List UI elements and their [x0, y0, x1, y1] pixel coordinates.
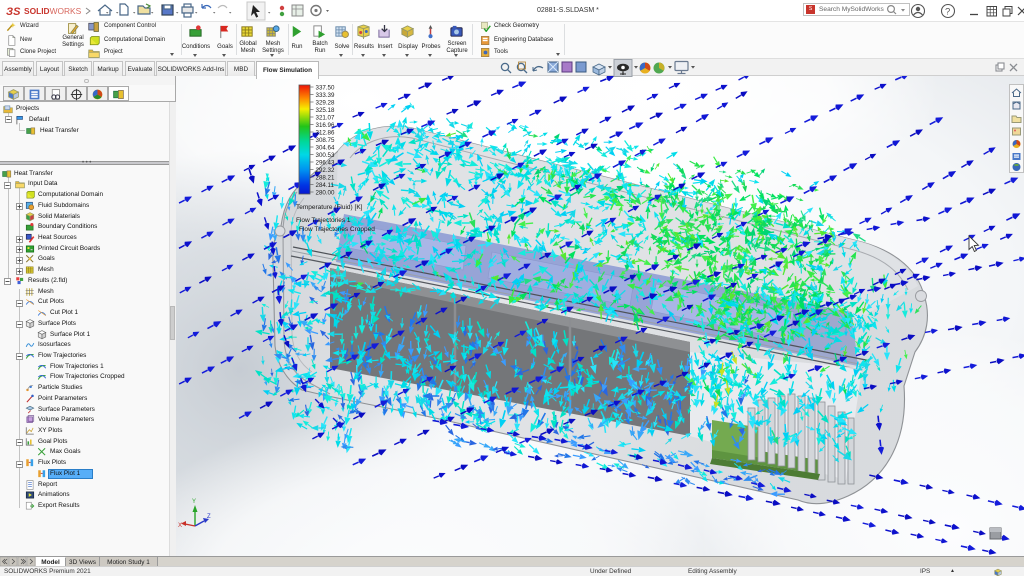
svg-text:Temperature (Fluid) [K]: Temperature (Fluid) [K]	[296, 204, 363, 211]
svg-text:288.21: 288.21	[316, 174, 335, 181]
svg-text:292.32: 292.32	[316, 167, 335, 174]
svg-text:321.07: 321.07	[316, 114, 335, 121]
svg-text:Y: Y	[192, 499, 196, 505]
svg-text:284.11: 284.11	[316, 182, 335, 189]
svg-text:333.39: 333.39	[316, 92, 335, 99]
svg-text:X: X	[178, 523, 182, 529]
svg-text:Flow Trajectories Cropped: Flow Trajectories Cropped	[299, 226, 375, 233]
svg-text:296.43: 296.43	[316, 159, 335, 166]
svg-text:337.50: 337.50	[316, 84, 335, 91]
svg-text:300.53: 300.53	[316, 152, 335, 159]
svg-text:304.64: 304.64	[316, 144, 335, 151]
svg-text:Flow Trajectories 1: Flow Trajectories 1	[296, 217, 351, 224]
svg-text:312.86: 312.86	[316, 129, 335, 136]
svg-text:?: ?	[945, 7, 950, 18]
svg-text:280.00: 280.00	[316, 189, 335, 196]
svg-text:SOLIDWORKS: SOLIDWORKS	[24, 6, 82, 16]
svg-text:308.75: 308.75	[316, 137, 335, 144]
svg-text:ЗS: ЗS	[6, 6, 21, 18]
svg-text:Z: Z	[207, 514, 211, 520]
svg-text:329.28: 329.28	[316, 99, 335, 106]
svg-text:316.96: 316.96	[316, 122, 335, 129]
svg-text:325.18: 325.18	[316, 107, 335, 114]
